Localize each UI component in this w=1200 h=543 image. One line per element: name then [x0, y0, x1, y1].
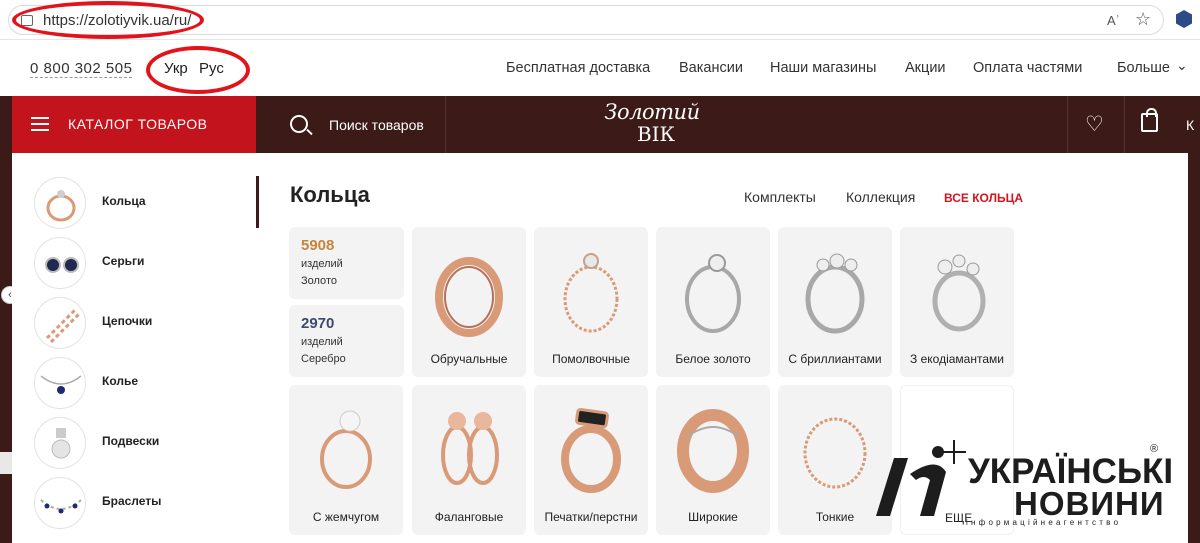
sidebar-item-earrings[interactable]: Серьги: [34, 235, 254, 291]
sidebar-item-chains[interactable]: Цепочки: [34, 295, 254, 351]
stat-metal: Серебро: [301, 353, 346, 365]
logo-text-bottom: ВІК: [636, 122, 676, 146]
site-logo[interactable]: Золотий ВІК: [602, 100, 702, 148]
logo-text-top: Золотий: [604, 100, 700, 124]
pendant-icon: [34, 417, 86, 469]
phalanx-ring-icon: [441, 412, 499, 485]
scroll-tab: [0, 452, 12, 474]
nav-free-delivery[interactable]: Бесплатная доставка: [506, 60, 650, 76]
stat-unit: изделий: [301, 258, 343, 270]
nav-our-stores[interactable]: Наши магазины: [770, 60, 876, 76]
tile-label: Печатки/перстни: [544, 510, 638, 524]
tile-label: З екодіамантами: [910, 352, 1004, 366]
heart-icon[interactable]: ♡: [1085, 112, 1104, 137]
category-tile-ecodiamonds[interactable]: З екодіамантами: [900, 227, 1014, 377]
tile-label: С бриллиантами: [788, 352, 882, 366]
catalog-button[interactable]: КАТАЛОГ ТОВАРОВ: [12, 96, 256, 153]
engagement-ring-icon: [563, 253, 619, 333]
sidebar-item-pendants[interactable]: Подвески: [34, 415, 254, 471]
category-tile-wedding[interactable]: Обручальные: [412, 227, 526, 377]
nav-vacancies[interactable]: Вакансии: [679, 60, 743, 76]
category-sidebar: Кольца Серьги Цепочки Колье Подвески Бра…: [12, 153, 258, 543]
catalog-label: КАТАЛОГ ТОВАРОВ: [68, 116, 208, 132]
annotation-circle-url: [12, 1, 204, 39]
news-agency-logo: [876, 440, 966, 516]
stat-card-gold[interactable]: 5908 изделий Золото: [289, 227, 404, 299]
bracelet-icon: [34, 477, 86, 529]
sidebar-item-label: Цепочки: [102, 314, 153, 328]
search-label: Поиск товаров: [329, 117, 424, 133]
active-indicator: [256, 176, 259, 228]
category-tile-signet[interactable]: Печатки/перстни: [534, 385, 648, 535]
category-tile-white-gold[interactable]: Белое золото: [656, 227, 770, 377]
read-aloud-icon[interactable]: Aʾ: [1107, 13, 1120, 28]
shopping-bag-icon[interactable]: [1141, 108, 1158, 132]
tile-label: Помолвочные: [552, 352, 630, 366]
annotation-circle-lang: [146, 46, 250, 94]
menu-icon: [31, 117, 49, 131]
sidebar-item-rings[interactable]: Кольца: [34, 175, 254, 231]
wedding-ring-icon: [435, 257, 503, 337]
category-tile-pearl[interactable]: С жемчугом: [289, 385, 403, 535]
thin-ring-icon: [803, 417, 867, 489]
page-edge-left: [0, 153, 12, 543]
sidebar-item-label: Подвески: [102, 434, 160, 448]
category-tile-diamonds[interactable]: С бриллиантами: [778, 227, 892, 377]
nav-installments[interactable]: Оплата частями: [973, 60, 1082, 76]
page-edge-right: [1188, 153, 1200, 543]
category-tile-wide[interactable]: Широкие: [656, 385, 770, 535]
category-tile-engagement[interactable]: Помолвочные: [534, 227, 648, 377]
link-sets[interactable]: Комплекты: [744, 189, 816, 205]
sidebar-item-necklaces[interactable]: Колье: [34, 355, 254, 411]
chevron-down-icon: ⌄: [1176, 57, 1188, 73]
header-divider: [1124, 96, 1125, 153]
tile-label: Фаланговые: [434, 510, 504, 524]
chain-icon: [34, 297, 86, 349]
sidebar-item-label: Браслеты: [102, 494, 162, 508]
phone-number[interactable]: 0 800 302 505: [30, 60, 133, 78]
ring-icon: [34, 177, 86, 229]
white-gold-ring-icon: [685, 254, 741, 333]
main-header: КАТАЛОГ ТОВАРОВ Поиск товаров Золотий ВІ…: [0, 96, 1200, 153]
tile-label: С жемчугом: [312, 510, 380, 524]
stat-count: 5908: [301, 237, 335, 254]
sidebar-item-label: Кольца: [102, 194, 146, 208]
signet-ring-icon: [561, 408, 621, 493]
stat-unit: изделий: [301, 336, 343, 348]
extension-icon[interactable]: [1176, 10, 1192, 28]
sidebar-item-bracelets[interactable]: Браслеты: [34, 475, 254, 531]
category-tile-phalanx[interactable]: Фаланговые: [412, 385, 526, 535]
tile-label: Обручальные: [430, 352, 508, 366]
link-collection[interactable]: Коллекция: [846, 189, 915, 205]
cart-label[interactable]: К: [1186, 117, 1194, 133]
page-title: Кольца: [290, 182, 370, 207]
watermark-tagline: і н ф о р м а ц і й н е а г е н т с т в …: [966, 518, 1119, 527]
nav-more[interactable]: Больше: [1117, 60, 1170, 76]
pearl-ring-icon: [320, 410, 372, 489]
diamond-ring-icon: [805, 253, 865, 334]
tile-label: Широкие: [688, 510, 738, 524]
search-icon: [290, 115, 308, 133]
wide-ring-icon: [677, 409, 749, 493]
necklace-icon: [34, 357, 86, 409]
earrings-icon: [34, 237, 86, 289]
stat-count: 2970: [301, 315, 335, 332]
favorite-star-icon[interactable]: ☆: [1135, 9, 1151, 30]
header-divider: [1067, 96, 1068, 153]
search-button[interactable]: Поиск товаров: [256, 96, 446, 153]
tile-label: Белое золото: [675, 352, 751, 366]
ecodiamond-ring-icon: [932, 254, 986, 332]
stat-card-silver[interactable]: 2970 изделий Серебро: [289, 305, 404, 377]
sidebar-item-label: Серьги: [102, 254, 145, 268]
sidebar-item-label: Колье: [102, 374, 139, 388]
link-all-rings[interactable]: ВСЕ КОЛЬЦА: [944, 191, 1023, 205]
registered-mark: ®: [1150, 443, 1159, 455]
stat-metal: Золото: [301, 275, 337, 287]
nav-promotions[interactable]: Акции: [905, 60, 946, 76]
